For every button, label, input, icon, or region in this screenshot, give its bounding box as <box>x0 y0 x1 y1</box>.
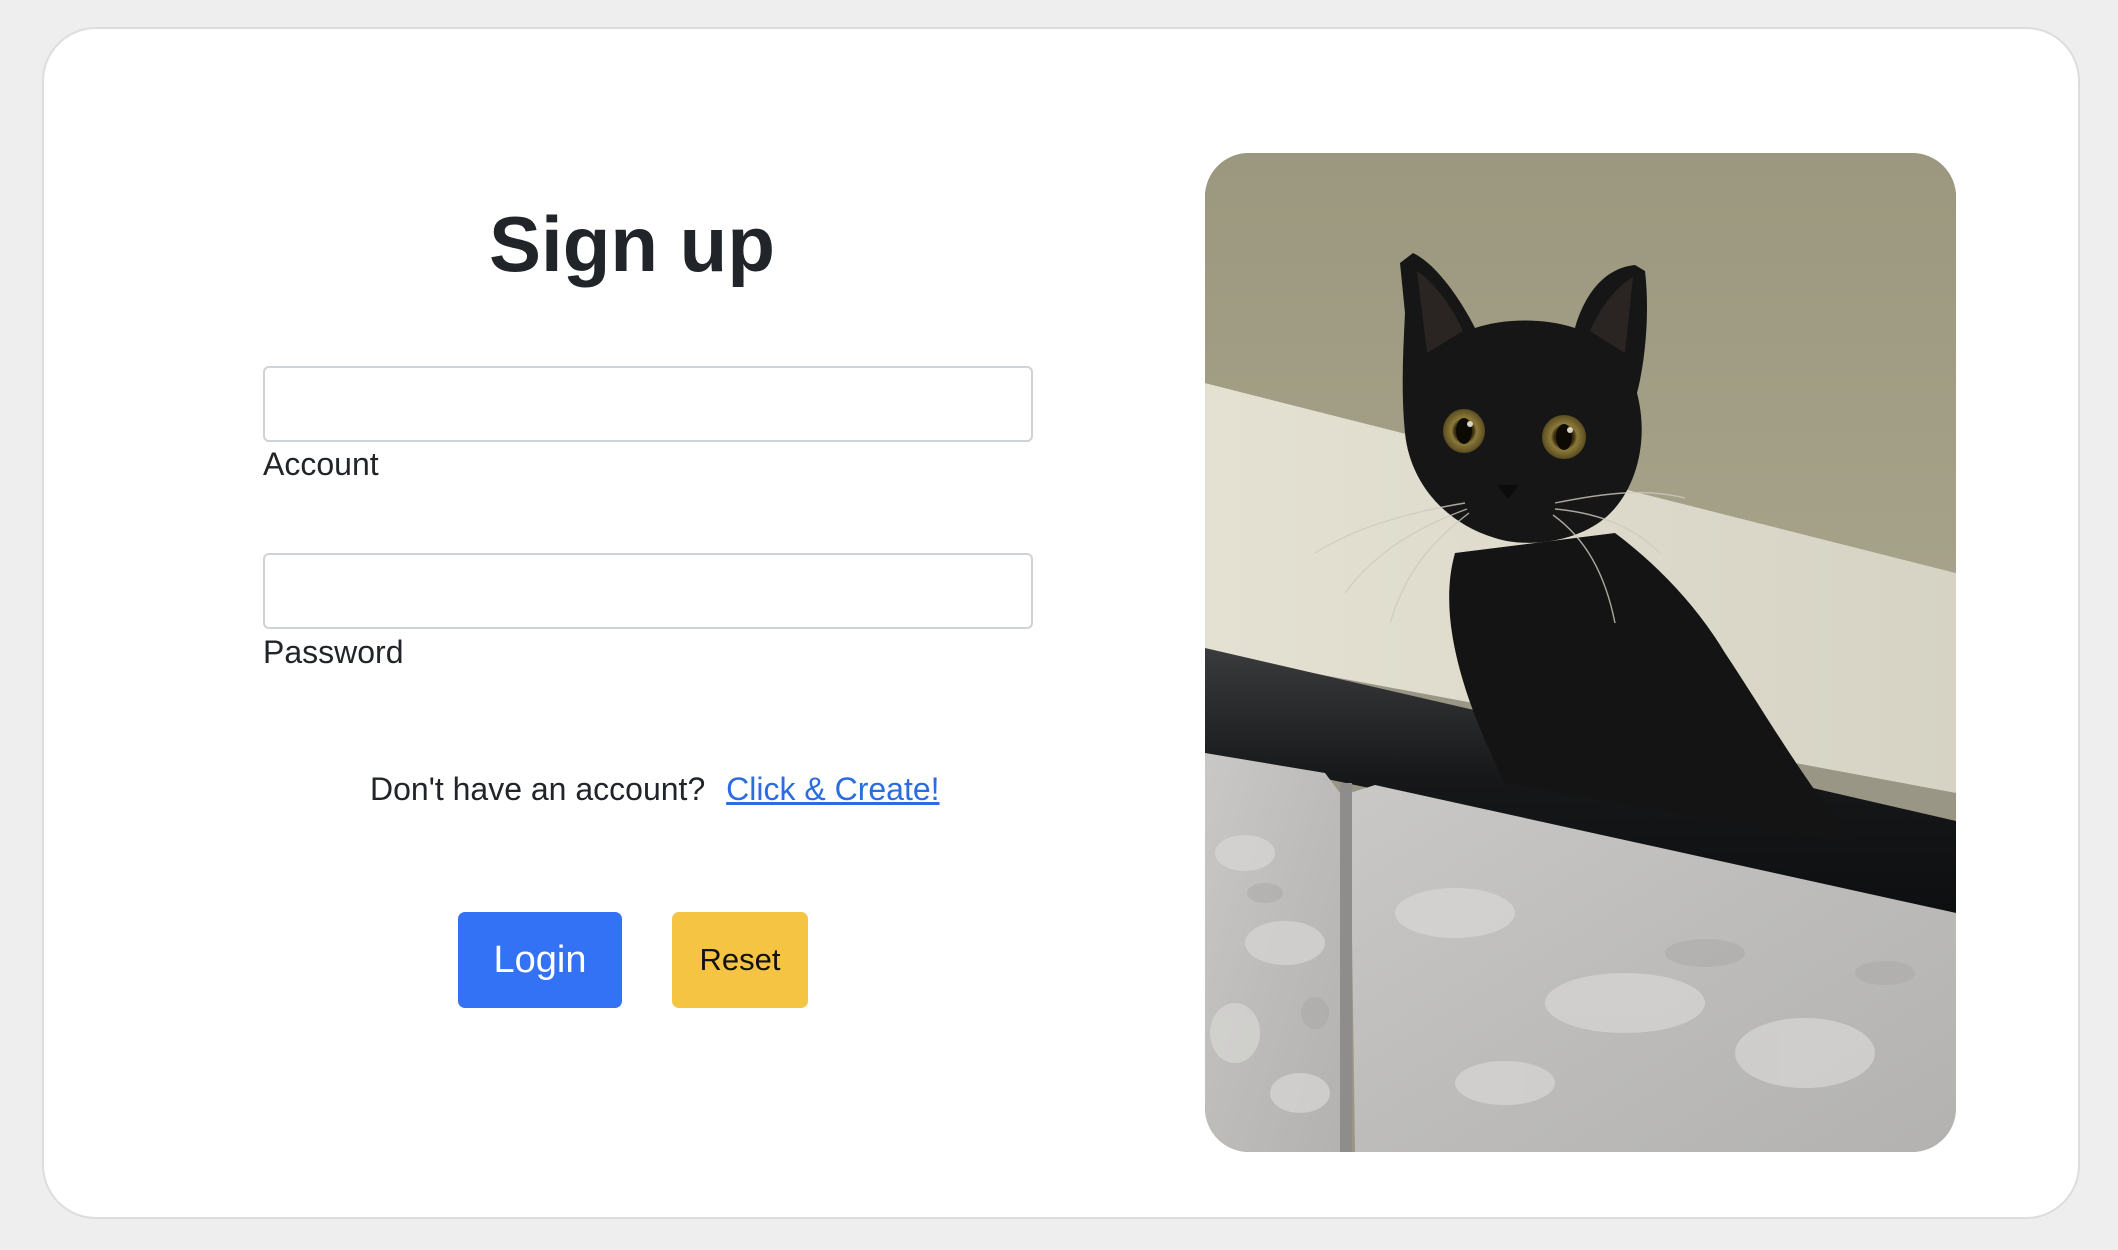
account-label: Account <box>263 446 379 482</box>
reset-button[interactable]: Reset <box>672 912 808 1008</box>
account-input[interactable] <box>263 366 1033 442</box>
black-cat-image <box>1205 153 1956 1152</box>
create-account-link[interactable]: Click & Create! <box>726 771 939 807</box>
page-title: Sign up <box>489 200 775 288</box>
login-button[interactable]: Login <box>458 912 622 1008</box>
create-account-prompt: Don't have an account? Click & Create! <box>370 771 940 808</box>
password-input[interactable] <box>263 553 1033 629</box>
password-label: Password <box>263 634 404 670</box>
cat-photo <box>1205 153 1956 1152</box>
signup-card: Sign up Account Password Don't have an a… <box>42 27 2080 1219</box>
no-account-text: Don't have an account? <box>370 771 706 807</box>
